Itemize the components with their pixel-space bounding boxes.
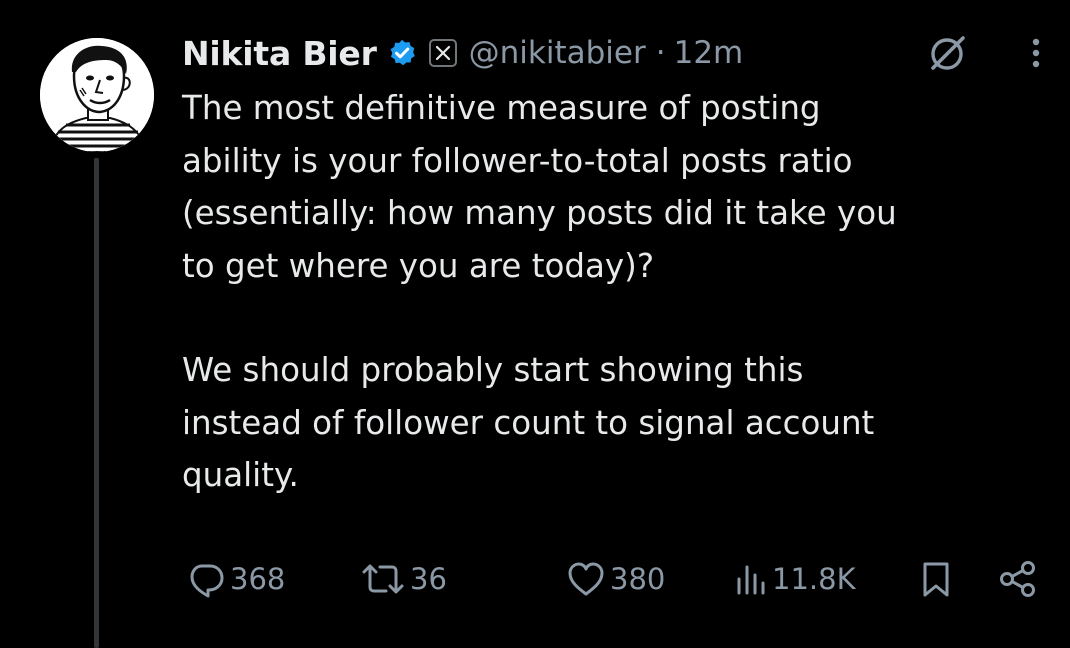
display-name[interactable]: Nikita Bier (182, 34, 377, 73)
tweet-paragraph-1: The most definitive measure of posting a… (182, 89, 897, 285)
avatar[interactable] (40, 38, 154, 152)
views-icon (737, 565, 765, 595)
verified-badge-icon[interactable] (387, 38, 417, 68)
reply-count: 368 (230, 562, 286, 596)
tweet-paragraph-2: We should probably start showing this in… (182, 351, 875, 494)
thread-line (94, 158, 99, 648)
views-button[interactable]: 11.8K (734, 556, 856, 602)
like-count: 380 (610, 562, 666, 596)
reply-icon (190, 564, 224, 598)
header-separator: · (655, 35, 666, 71)
views-count: 11.8K (772, 562, 856, 596)
share-icon (1000, 561, 1035, 597)
repost-icon (362, 564, 404, 594)
grok-icon[interactable] (924, 30, 970, 76)
tweet[interactable]: Nikita Bier @nikitabier · 12m The most d… (0, 0, 1070, 648)
post-timestamp[interactable]: 12m (674, 35, 744, 71)
more-vertical-icon[interactable] (1024, 30, 1048, 76)
share-button[interactable] (998, 556, 1038, 602)
avatar-portrait-icon (40, 38, 154, 152)
heart-icon (568, 562, 604, 596)
action-bar: 368 36 380 11.8K (182, 556, 1042, 602)
like-button[interactable]: 380 (566, 556, 665, 602)
reply-button[interactable]: 368 (186, 556, 285, 602)
tweet-header: Nikita Bier @nikitabier · 12m (182, 26, 743, 80)
tweet-text: The most definitive measure of posting a… (182, 82, 1042, 502)
author-handle[interactable]: @nikitabier (469, 35, 646, 71)
x-logo-icon[interactable] (428, 39, 457, 67)
bookmark-button[interactable] (918, 556, 954, 602)
repost-count: 36 (410, 562, 447, 596)
bookmark-icon (923, 562, 949, 597)
repost-button[interactable]: 36 (360, 556, 447, 602)
